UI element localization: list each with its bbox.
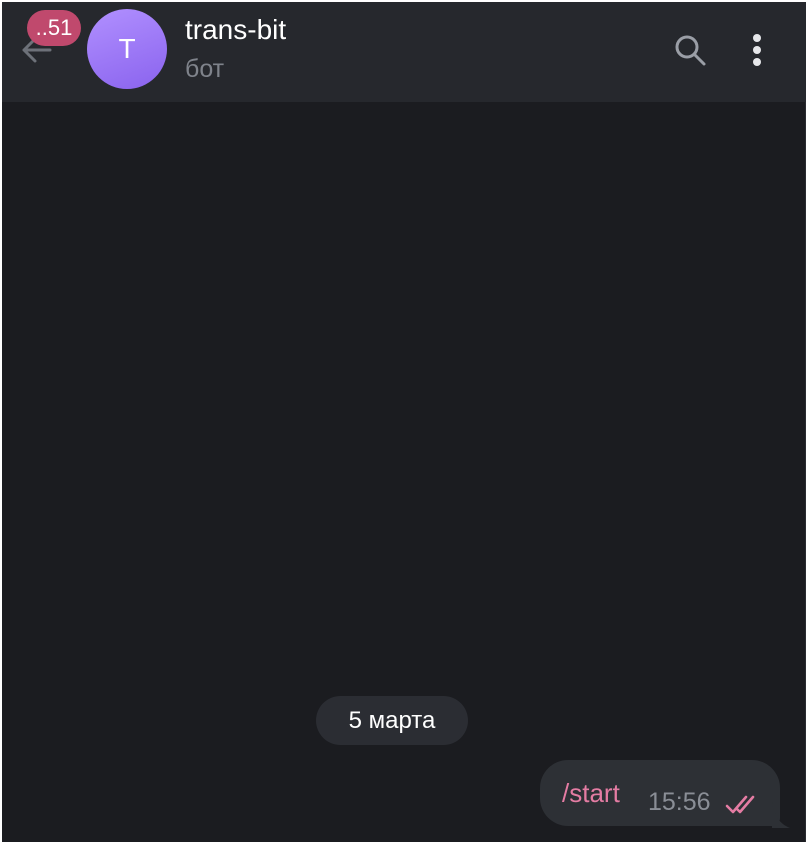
double-check-icon <box>725 795 755 814</box>
unread-badge: ..51 <box>27 10 81 46</box>
chat-window: ..51 T trans-bit бот 5 марта /start 15:5… <box>2 2 806 842</box>
message-text: /start <box>562 778 620 808</box>
chat-title[interactable]: trans-bit <box>185 14 286 46</box>
date-separator: 5 марта <box>316 696 468 745</box>
scrollbar[interactable] <box>805 102 806 842</box>
more-vertical-icon <box>753 34 761 66</box>
bubble-tail <box>772 802 790 828</box>
search-icon <box>675 35 706 66</box>
chat-header: ..51 T trans-bit бот <box>2 2 806 102</box>
message-time: 15:56 <box>648 788 711 816</box>
search-button[interactable] <box>672 32 708 68</box>
avatar[interactable]: T <box>87 9 167 89</box>
chat-subtitle: бот <box>185 55 225 83</box>
more-menu-button[interactable] <box>744 30 770 70</box>
